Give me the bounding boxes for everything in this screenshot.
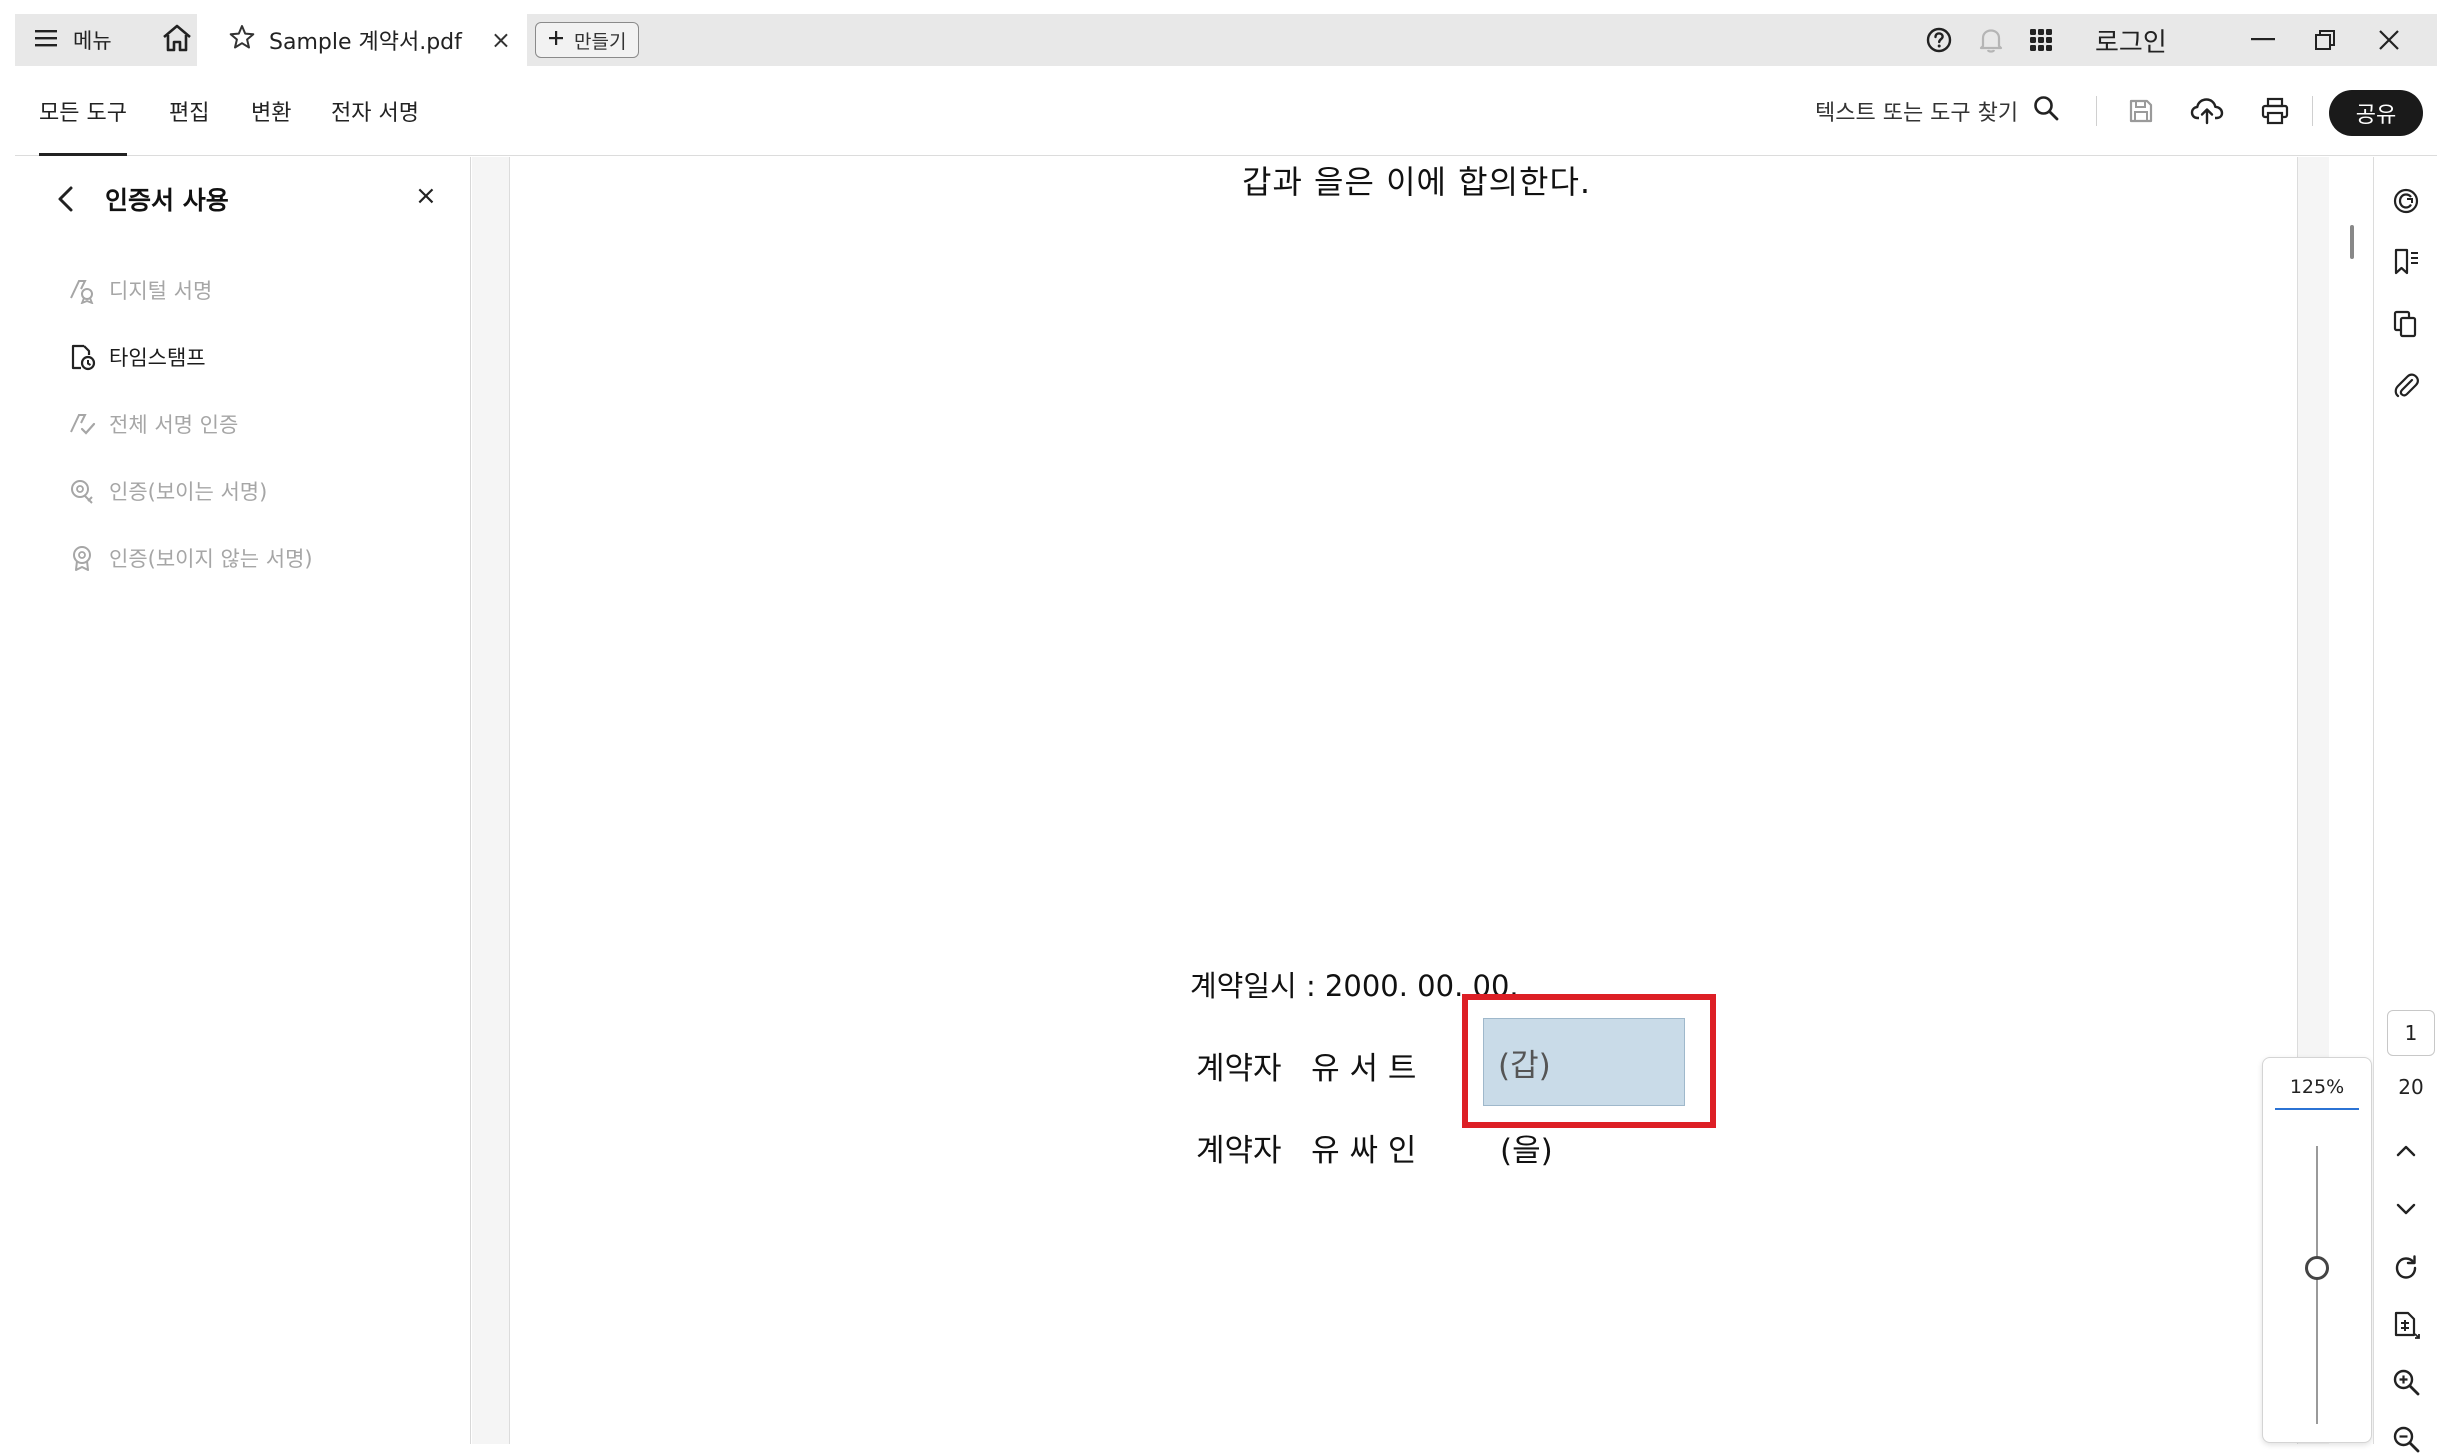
panel-header: 인증서 사용 ×: [15, 157, 471, 241]
panel-item-label: 인증(보이는 서명): [109, 480, 268, 504]
menu-label: 메뉴: [73, 29, 112, 53]
contractor-1-text: 계약자 유 서 트: [1196, 1051, 1417, 1087]
party-b-mark: (을): [1500, 1133, 1553, 1169]
timestamp-icon: [67, 342, 97, 372]
panel-item-validate-all-signatures[interactable]: 전체 서명 인증: [67, 404, 238, 444]
panel-item-certify-visible[interactable]: 인증(보이는 서명): [67, 471, 267, 511]
home-icon: [161, 23, 193, 57]
zoom-panel: 125%: [2262, 1057, 2372, 1443]
attachment-icon[interactable]: [2384, 364, 2428, 408]
title-bar: 메뉴 Sample 계약서.pdf × 만들기 로그인: [15, 14, 2437, 66]
tab-edit[interactable]: 편집: [169, 66, 209, 156]
apps-grid-icon[interactable]: [2021, 14, 2061, 66]
zoom-slider-track[interactable]: [2316, 1146, 2318, 1424]
certify-visible-icon: [67, 476, 97, 506]
contractor-2-text: 계약자 유 싸 인: [1196, 1133, 1417, 1169]
hamburger-icon: [35, 28, 59, 53]
minimize-icon[interactable]: [2233, 14, 2293, 66]
document-viewport[interactable]: 갑과 을은 이에 합의한다. 계약일시 : 2000. 00. 00. 계약자 …: [472, 157, 2372, 1444]
document-tab[interactable]: Sample 계약서.pdf ×: [197, 14, 527, 66]
chevron-up-icon[interactable]: [2384, 1129, 2428, 1173]
notification-bell-icon[interactable]: [1971, 14, 2011, 66]
share-button[interactable]: 공유: [2329, 90, 2423, 136]
window-close-icon[interactable]: [2359, 14, 2419, 66]
panel-item-certify-invisible[interactable]: 인증(보이지 않는 서명): [67, 538, 313, 578]
print-icon[interactable]: [2252, 88, 2298, 134]
close-panel-icon[interactable]: ×: [415, 181, 437, 211]
total-pages: 20: [2398, 1075, 2424, 1099]
tab-e-sign[interactable]: 전자 서명: [331, 66, 419, 156]
page-fit-icon[interactable]: [2384, 1303, 2428, 1347]
zoom-level[interactable]: 125%: [2275, 1076, 2359, 1110]
highlight-annotation-box: [1462, 994, 1716, 1128]
panel-item-label: 디지털 서명: [109, 279, 213, 303]
validate-signatures-icon: [67, 409, 97, 439]
app-window: 메뉴 Sample 계약서.pdf × 만들기 로그인 모든 도구 편집 변환 …: [15, 14, 2437, 1453]
comment-icon[interactable]: [2384, 179, 2428, 223]
help-icon[interactable]: [1919, 14, 1959, 66]
panel-item-timestamp[interactable]: 타임스탬프: [67, 337, 206, 377]
restore-icon[interactable]: [2295, 14, 2355, 66]
tool-search[interactable]: 텍스트 또는 도구 찾기: [1815, 66, 2060, 156]
vertical-scrollbar[interactable]: [2350, 225, 2354, 259]
panel-title: 인증서 사용: [105, 186, 229, 215]
panel-item-label: 타임스탬프: [109, 346, 206, 370]
star-icon[interactable]: [229, 24, 255, 56]
tab-all-tools[interactable]: 모든 도구: [39, 66, 127, 156]
digital-signature-icon: [67, 275, 97, 305]
certify-invisible-icon: [67, 543, 97, 573]
plus-icon: [548, 29, 564, 51]
chevron-down-icon[interactable]: [2384, 1187, 2428, 1231]
login-button[interactable]: 로그인: [2095, 14, 2167, 66]
toolbar-divider: [2312, 96, 2313, 126]
panel-item-label: 인증(보이지 않는 서명): [109, 547, 313, 571]
agreement-text: 갑과 을은 이에 합의한다.: [1242, 163, 1592, 201]
rotate-icon[interactable]: [2384, 1246, 2428, 1290]
pages-icon[interactable]: [2384, 302, 2428, 346]
certificate-panel: 인증서 사용 × 디지털 서명 타임스탬프 전체 서명 인증 인증(보이는 서명…: [15, 157, 471, 1444]
panel-item-label: 전체 서명 인증: [109, 413, 239, 437]
menu-button[interactable]: 메뉴: [35, 14, 112, 66]
close-tab-icon[interactable]: ×: [491, 26, 511, 54]
zoom-slider-handle[interactable]: [2305, 1256, 2329, 1280]
right-rail: 1 20: [2373, 157, 2437, 1453]
main-toolbar: 모든 도구 편집 변환 전자 서명 텍스트 또는 도구 찾기 공유: [15, 66, 2437, 156]
search-icon: [2032, 94, 2060, 128]
create-button[interactable]: 만들기: [535, 22, 640, 58]
zoom-in-icon[interactable]: [2384, 1360, 2428, 1404]
create-label: 만들기: [574, 30, 627, 53]
zoom-out-icon[interactable]: [2384, 1417, 2428, 1456]
page-gutter: [472, 157, 510, 1444]
tool-search-label: 텍스트 또는 도구 찾기: [1815, 101, 2019, 126]
back-arrow-icon[interactable]: [51, 183, 83, 215]
bookmark-icon[interactable]: [2384, 240, 2428, 284]
save-icon[interactable]: [2118, 88, 2164, 134]
upload-cloud-icon[interactable]: [2184, 88, 2230, 134]
panel-item-digital-signature[interactable]: 디지털 서명: [67, 270, 212, 310]
tab-title: Sample 계약서.pdf: [269, 30, 462, 55]
toolbar-divider: [2096, 96, 2097, 126]
current-page-input[interactable]: 1: [2387, 1010, 2435, 1056]
tab-convert[interactable]: 변환: [251, 66, 291, 156]
